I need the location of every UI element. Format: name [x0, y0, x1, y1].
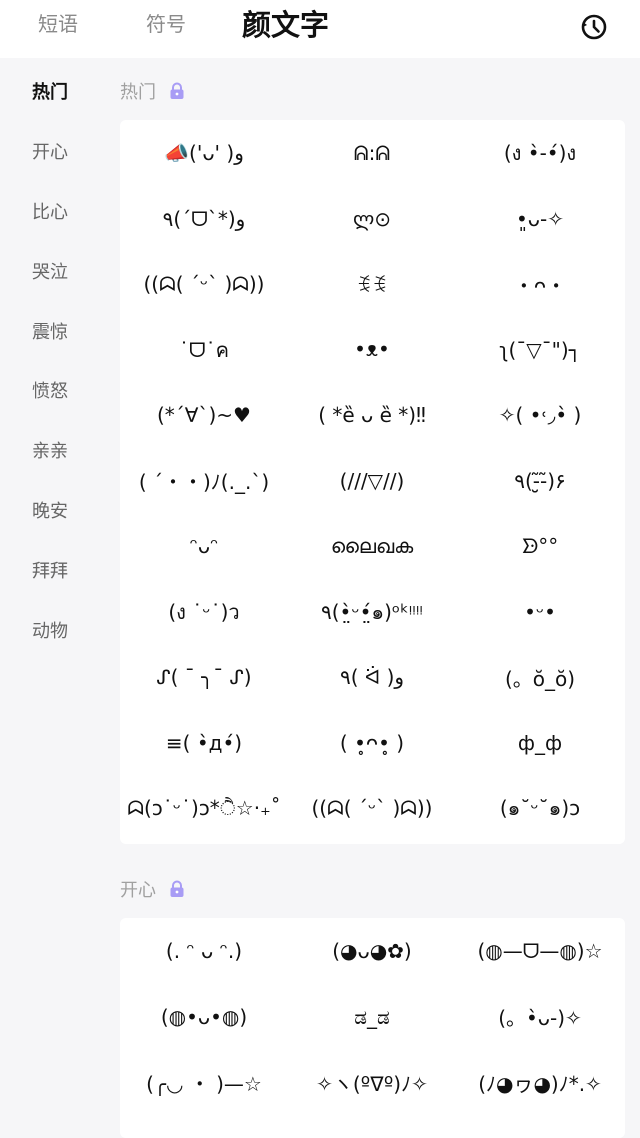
lock-icon	[170, 82, 184, 99]
kaomoji-item[interactable]: ლ⊙	[288, 199, 456, 239]
kaomoji-item[interactable]: (ง ˙ᵕ˙)ว	[120, 592, 288, 632]
kaomoji-item[interactable]: 📣('ᴗ' )و	[120, 133, 288, 173]
sidebar-item-angry[interactable]: 愤怒	[32, 377, 68, 403]
kaomoji-item[interactable]: ᗦ°°	[456, 526, 624, 566]
kaomoji-item[interactable]: (*´∀`)~♥	[120, 395, 288, 435]
tab-label: 符号	[146, 12, 186, 36]
top-tab-bar: 短语 符号 颜文字	[0, 0, 640, 58]
kaomoji-item[interactable]: (๑˘ᵕ˘๑)ɔ	[456, 788, 624, 828]
tab-label: 短语	[38, 12, 78, 36]
kaomoji-item[interactable]: ✧ヽ(ºᐁº)ﾉ✧	[288, 1062, 456, 1102]
sidebar-item-happy[interactable]: 开心	[32, 138, 68, 164]
kaomoji-item[interactable]: ((ᗣ( ˊᵕˋ )ᗣ))	[120, 264, 288, 304]
kaomoji-item[interactable]: ( ´・・)ﾉ(._.`)	[120, 461, 288, 501]
sidebar-item-heart[interactable]: 比心	[32, 198, 68, 224]
kaomoji-item[interactable]: ʅ(¯▽¯")┐	[456, 330, 624, 370]
sidebar-item-hot[interactable]: 热门	[32, 78, 68, 104]
kaomoji-item[interactable]: •ᴥ•	[288, 330, 456, 370]
kaomoji-item[interactable]: ലൈഖക	[288, 526, 456, 566]
kaomoji-item[interactable]: ᔑ( ¯ ╮¯ ᔑ)	[120, 657, 288, 697]
kaomoji-item[interactable]: ᗣ(ɔ˙ᵕ˙)ɔ*ੈ☆‧₊˚	[120, 788, 288, 828]
kaomoji-item[interactable]: ٩(-̮̮̃-̃)۶	[456, 461, 624, 501]
kaomoji-item[interactable]: ≡( •̀д•́)	[120, 723, 288, 763]
kaomoji-item[interactable]: ˙ᗜ˙ค	[120, 330, 288, 370]
history-button[interactable]	[579, 12, 609, 42]
kaomoji-item[interactable]: (◕ᴗ◕✿)	[288, 931, 456, 971]
kaomoji-item[interactable]: ٩(•̤̀ᵕ•̤́๑)ᵒᵏᵎᵎᵎᵎ	[288, 592, 456, 632]
kaomoji-item[interactable]: (。•̀ᴗ-)✧	[456, 997, 624, 1037]
kaomoji-item[interactable]: ᕱ:ᕱ	[288, 133, 456, 173]
section-title-text: 热门	[120, 82, 156, 103]
kaomoji-item[interactable]: •ᵕ•	[456, 592, 624, 632]
kaomoji-item[interactable]: ・ᴖ・	[456, 264, 624, 304]
kaomoji-item[interactable]: (ง •̀-•́)ง	[456, 133, 624, 173]
kaomoji-item[interactable]: (◍•ᴗ•◍)	[120, 997, 288, 1037]
kaomoji-item[interactable]: (◍—ᗜ—◍)☆	[456, 931, 624, 971]
lock-icon	[170, 880, 184, 897]
sidebar-item-kiss[interactable]: 亲亲	[32, 437, 68, 463]
kaomoji-item[interactable]: (╭◡ ・ )—☆	[120, 1062, 288, 1102]
sidebar-item-goodnight[interactable]: 晚安	[32, 497, 68, 523]
kaomoji-item[interactable]: (///▽//)	[288, 461, 456, 501]
kaomoji-item[interactable]: ✧( •˓◞•̀ )	[456, 395, 624, 435]
sidebar-item-shock[interactable]: 震惊	[32, 318, 68, 344]
kaomoji-item[interactable]: ᵔᴗᵔ	[120, 526, 288, 566]
clock-icon	[581, 14, 607, 40]
tab-label: 颜文字	[242, 8, 330, 42]
tab-kaomoji[interactable]: 颜文字	[242, 2, 330, 44]
kaomoji-grid-happy: (. ᵔ ᴗ ᵔ.) (◕ᴗ◕✿) (◍—ᗜ—◍)☆ (◍•ᴗ•◍) ಡ_ಡ (。•̀ᴗ-…	[120, 918, 625, 1138]
section-title-text: 开心	[120, 880, 156, 901]
kaomoji-item[interactable]: ( *ȅ ᴗ ȅ *)‼	[288, 395, 456, 435]
sidebar-item-cry[interactable]: 哭泣	[32, 258, 68, 284]
kaomoji-item[interactable]: ಡ_ಡ	[288, 997, 456, 1037]
kaomoji-item[interactable]: (ﾉ◕ヮ◕)ﾉ*.✧	[456, 1062, 624, 1102]
kaomoji-item[interactable]: ꉂꉂ	[288, 264, 456, 304]
kaomoji-item[interactable]: (. ᵔ ᴗ ᵔ.)	[120, 931, 288, 971]
kaomoji-grid-hot: 📣('ᴗ' )و ᕱ:ᕱ (ง •̀-•́)ง ٩(ˊᗜˋ*)و ლ⊙ •͈ᴗ-✧ ((ᗣ(…	[120, 120, 625, 844]
kaomoji-item[interactable]: ٩( ᐛ )و	[288, 657, 456, 697]
kaomoji-item[interactable]: ((ᗣ( ˊᵕˋ )ᗣ))	[288, 788, 456, 828]
section-title-happy: 开心	[120, 876, 186, 902]
sidebar-item-bye[interactable]: 拜拜	[32, 557, 68, 583]
section-title-hot: 热门	[120, 78, 186, 104]
tab-symbols[interactable]: 符号	[146, 8, 186, 37]
kaomoji-item[interactable]: ٩(ˊᗜˋ*)و	[120, 199, 288, 239]
kaomoji-item[interactable]: (。ŏ_ŏ)	[456, 657, 624, 697]
kaomoji-item[interactable]: •͈ᴗ-✧	[456, 199, 624, 239]
tab-phrases[interactable]: 短语	[38, 8, 78, 37]
kaomoji-item[interactable]: ( •̥ᴖ•̥ )	[288, 723, 456, 763]
kaomoji-item[interactable]: ф_ф	[456, 723, 624, 763]
sidebar-item-animal[interactable]: 动物	[32, 617, 68, 643]
